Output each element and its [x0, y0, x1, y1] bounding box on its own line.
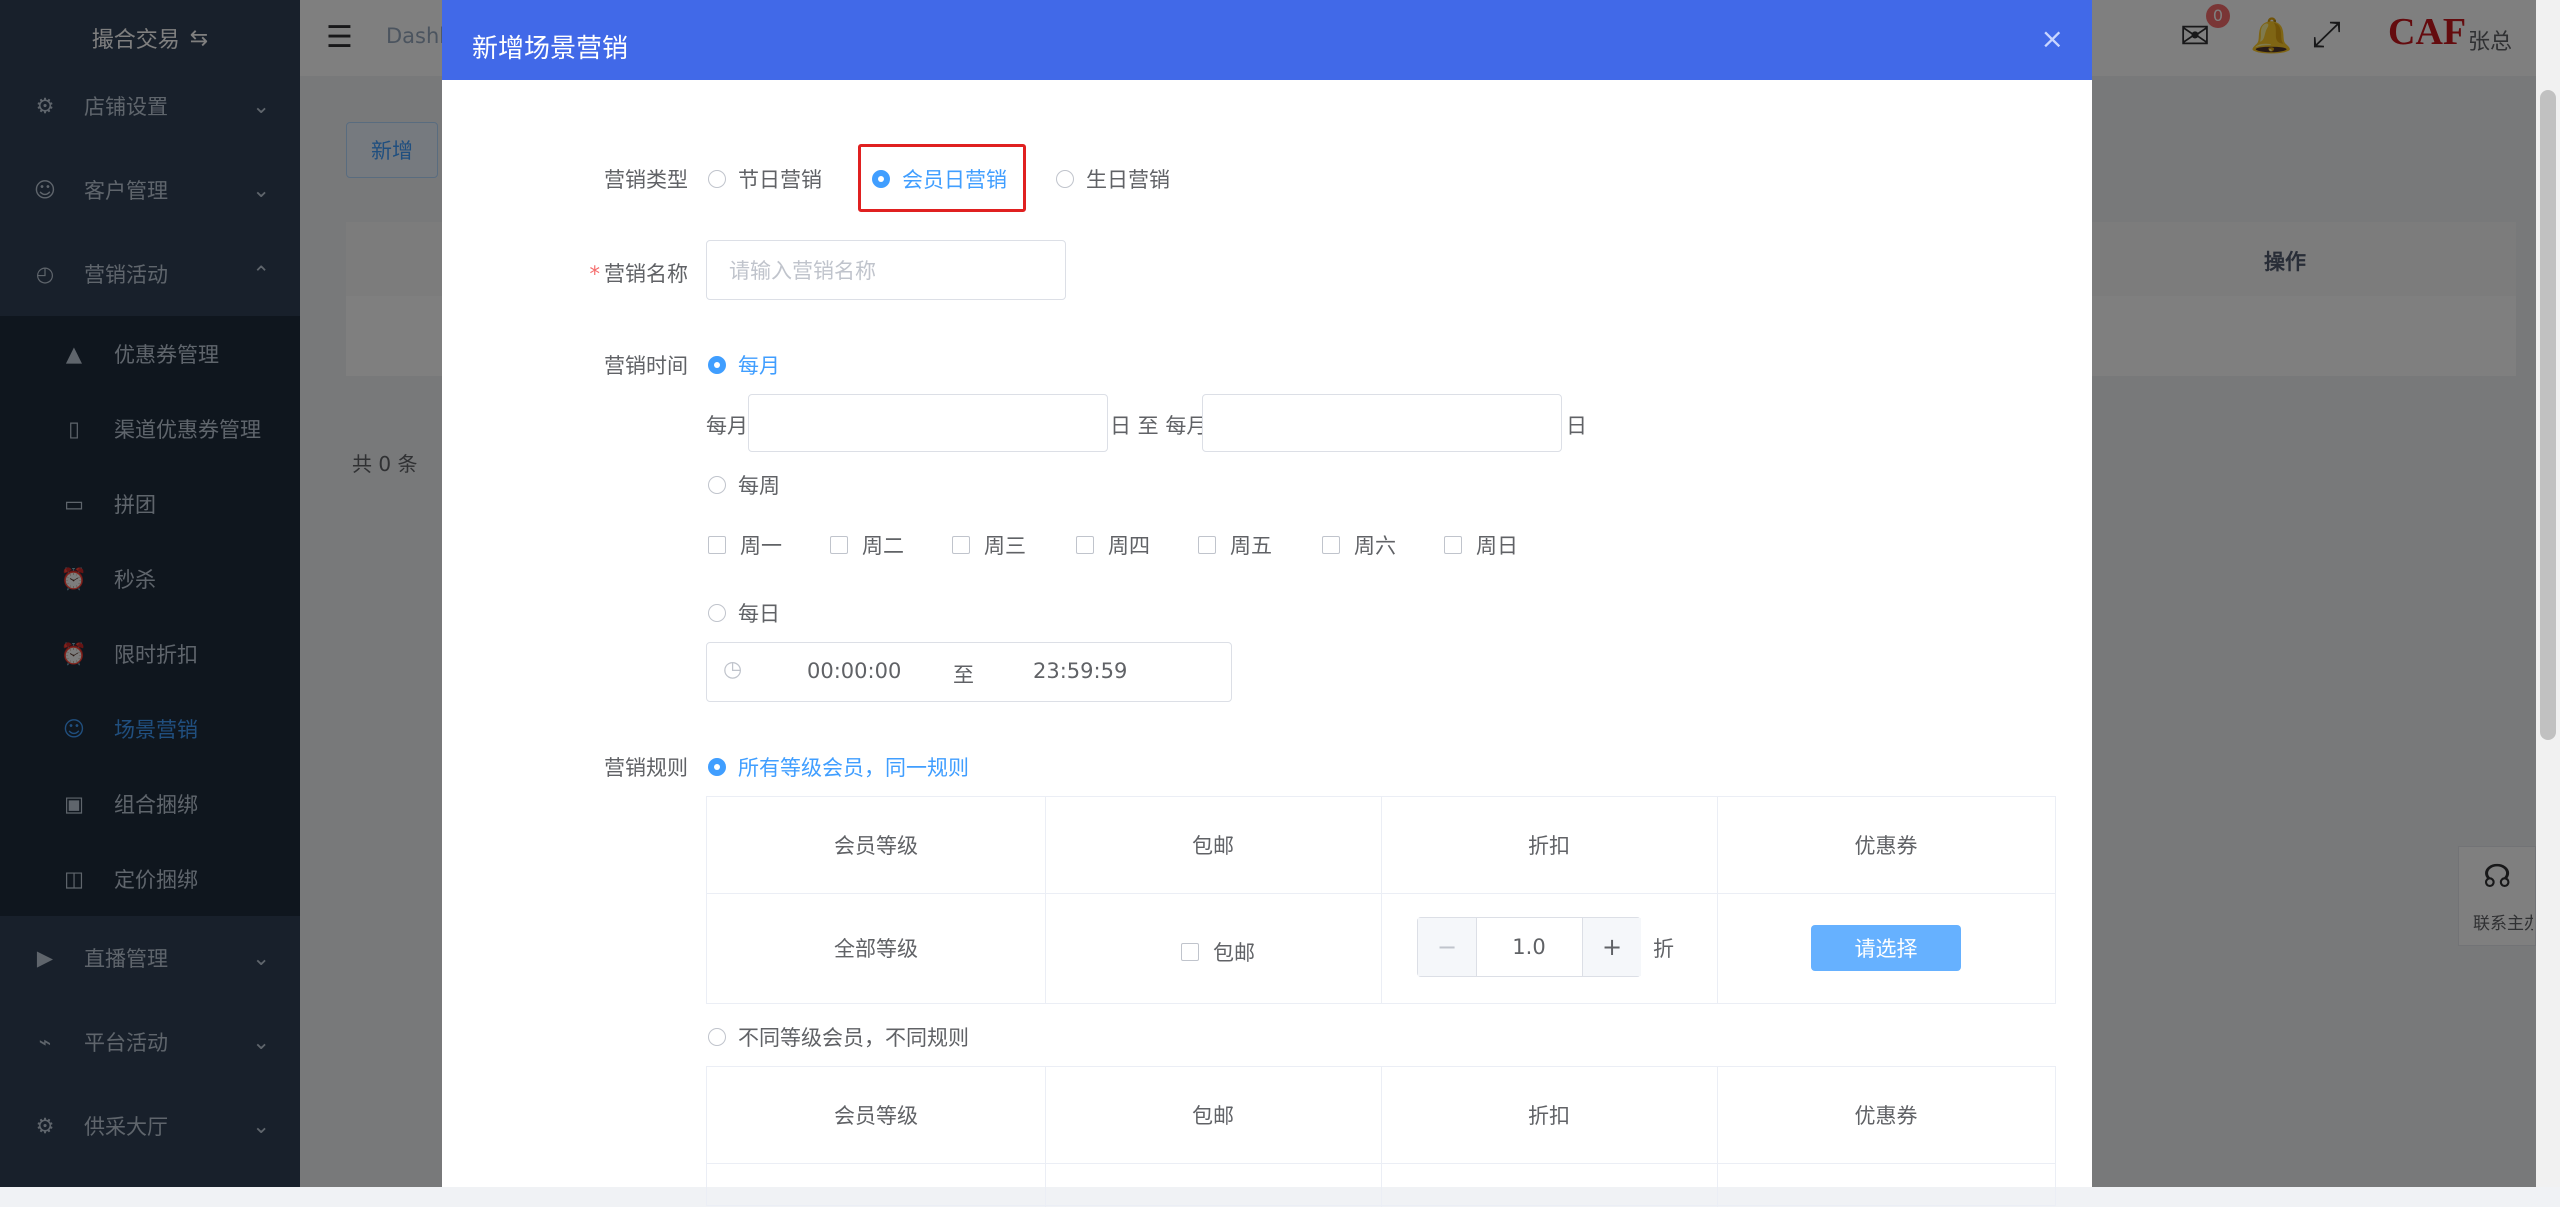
checkbox-thu[interactable]: 周四 — [1076, 530, 1150, 560]
month-prefix: 每月 — [706, 414, 748, 438]
radio-label: 每月 — [738, 354, 780, 378]
th-member-level: 会员等级 — [834, 1104, 918, 1128]
time-start[interactable]: 00:00:00 — [807, 659, 901, 683]
checkbox-label: 周六 — [1354, 534, 1396, 558]
month-suffix: 日 — [1566, 414, 1587, 438]
stepper-plus-button[interactable]: + — [1582, 918, 1641, 976]
radio-circle[interactable] — [708, 170, 726, 188]
th-coupon: 优惠券 — [1854, 834, 1918, 858]
month-start-input[interactable] — [748, 394, 1108, 452]
checkbox-label: 周二 — [862, 534, 904, 558]
time-label: 营销时间 — [604, 354, 688, 378]
name-input[interactable]: 请输入营销名称 — [706, 240, 1066, 300]
radio-label: 每周 — [738, 474, 780, 498]
checkbox-label: 周三 — [984, 534, 1026, 558]
checkbox-fri[interactable]: 周五 — [1198, 530, 1272, 560]
checkbox-box[interactable] — [830, 536, 848, 554]
page-scrollbar[interactable] — [2536, 0, 2560, 1187]
select-coupon-button[interactable]: 请选择 — [1811, 925, 1961, 971]
radio-label: 每日 — [738, 602, 780, 626]
radio-rule-same[interactable]: 所有等级会员，同一规则 — [708, 752, 969, 782]
rule-label: 营销规则 — [604, 756, 688, 780]
time-end[interactable]: 23:59:59 — [1033, 659, 1127, 683]
td-member-level: 全部等级 — [834, 937, 918, 961]
month-end-input[interactable] — [1202, 394, 1562, 452]
radio-monthly[interactable]: 每月 — [708, 350, 780, 380]
checkbox-label: 包邮 — [1213, 941, 1255, 965]
radio-circle[interactable] — [708, 356, 726, 374]
name-label: * 营销名称 — [589, 262, 689, 286]
scene-marketing-dialog: 新增场景营销 × 营销类型 节日营销 会员日营销 生日营销 * 营销名称 请输入营… — [442, 0, 2092, 1207]
discount-input[interactable]: 1.0 — [1476, 918, 1582, 976]
th-coupon: 优惠券 — [1854, 1104, 1918, 1128]
checkbox-box[interactable] — [1444, 536, 1462, 554]
checkbox-sat[interactable]: 周六 — [1322, 530, 1396, 560]
clock-icon: ◷ — [723, 657, 743, 682]
radio-label: 所有等级会员，同一规则 — [738, 756, 969, 780]
radio-circle[interactable] — [1056, 170, 1074, 188]
radio-circle[interactable] — [708, 476, 726, 494]
radio-circle[interactable] — [708, 758, 726, 776]
checkbox-box[interactable] — [952, 536, 970, 554]
time-range-picker[interactable]: ◷ 00:00:00 至 23:59:59 — [706, 642, 1232, 702]
th-discount: 折扣 — [1528, 834, 1570, 858]
rule-table-diff: 会员等级 包邮 折扣 优惠券 — [706, 1066, 2056, 1207]
checkbox-wed[interactable]: 周三 — [952, 530, 1026, 560]
radio-label: 节日营销 — [738, 168, 822, 192]
checkbox-box[interactable] — [1076, 536, 1094, 554]
stepper-minus-button[interactable]: − — [1418, 918, 1477, 976]
discount-unit: 折 — [1653, 937, 1674, 961]
discount-stepper[interactable]: − 1.0 + — [1417, 917, 1641, 977]
radio-circle[interactable] — [708, 1028, 726, 1046]
type-label: 营销类型 — [604, 168, 688, 192]
radio-label: 生日营销 — [1086, 168, 1170, 192]
highlight-box — [858, 144, 1026, 212]
checkbox-label: 周五 — [1230, 534, 1272, 558]
name-label-text: 营销名称 — [604, 262, 688, 286]
th-free-shipping: 包邮 — [1192, 1104, 1234, 1128]
th-member-level: 会员等级 — [834, 834, 918, 858]
radio-rule-diff[interactable]: 不同等级会员，不同规则 — [708, 1022, 969, 1052]
radio-festival[interactable]: 节日营销 — [708, 164, 822, 194]
radio-circle[interactable] — [708, 604, 726, 622]
scroll-thumb[interactable] — [2540, 90, 2556, 740]
checkbox-sun[interactable]: 周日 — [1444, 530, 1518, 560]
rule-table-same: 会员等级 包邮 折扣 优惠券 全部等级 包邮 − 1.0 + 折 请选择 — [706, 796, 2056, 1004]
close-icon[interactable]: × — [2041, 22, 2064, 55]
checkbox-free-shipping[interactable]: 包邮 — [1181, 937, 1255, 967]
checkbox-box[interactable] — [1181, 943, 1199, 961]
checkbox-label: 周日 — [1476, 534, 1518, 558]
th-free-shipping: 包邮 — [1192, 834, 1234, 858]
checkbox-label: 周四 — [1108, 534, 1150, 558]
checkbox-mon[interactable]: 周一 — [708, 530, 782, 560]
radio-daily[interactable]: 每日 — [708, 598, 780, 628]
radio-birthday[interactable]: 生日营销 — [1056, 164, 1170, 194]
dialog-title: 新增场景营销 — [472, 34, 629, 64]
checkbox-label: 周一 — [740, 534, 782, 558]
checkbox-box[interactable] — [708, 536, 726, 554]
month-mid: 日 至 每月 — [1110, 414, 1208, 438]
checkbox-box[interactable] — [1198, 536, 1216, 554]
dialog-header: 新增场景营销 × — [442, 0, 2092, 80]
time-separator: 至 — [953, 663, 974, 687]
checkbox-box[interactable] — [1322, 536, 1340, 554]
radio-weekly[interactable]: 每周 — [708, 470, 780, 500]
checkbox-tue[interactable]: 周二 — [830, 530, 904, 560]
radio-label: 不同等级会员，不同规则 — [738, 1026, 969, 1050]
th-discount: 折扣 — [1528, 1104, 1570, 1128]
